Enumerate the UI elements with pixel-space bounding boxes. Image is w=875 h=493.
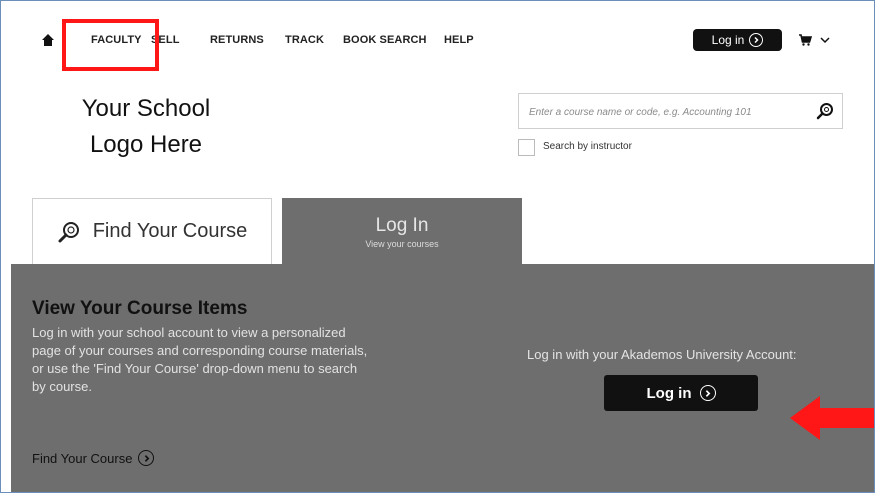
nav-item-returns[interactable]: RETURNS <box>210 34 264 46</box>
tab-find-label: Find Your Course <box>92 220 248 242</box>
nav-item-help[interactable]: HELP <box>444 34 474 46</box>
page-frame: FACULTY SELL RETURNS TRACK BOOK SEARCH H… <box>0 0 875 493</box>
tab-login-subtitle: View your courses <box>365 239 439 249</box>
home-icon[interactable] <box>41 33 55 47</box>
tab-log-in[interactable]: Log In View your courses <box>282 198 522 264</box>
find-your-course-link-label: Find Your Course <box>32 450 133 466</box>
find-your-course-link[interactable]: Find Your Course <box>32 450 155 466</box>
chevron-right-icon <box>138 450 155 466</box>
panel-description: Log in with your school account to view … <box>32 325 368 394</box>
search-by-instructor-checkbox[interactable] <box>518 139 535 156</box>
account-login-button[interactable]: Log in <box>604 375 758 411</box>
logo-line-2: Logo Here <box>89 131 203 158</box>
course-search-box <box>518 93 843 130</box>
tab-login-title: Log In <box>375 215 429 236</box>
chevron-right-icon <box>749 33 764 47</box>
account-login-text: Log in with your Akademos University Acc… <box>527 347 797 362</box>
nav-item-faculty[interactable]: FACULTY <box>91 34 142 46</box>
arrow-left-icon <box>790 396 874 440</box>
search-icon <box>58 221 79 242</box>
chevron-right-icon <box>699 385 716 401</box>
nav-item-sell[interactable]: SELL <box>151 34 180 46</box>
school-logo: Your School Logo Here <box>46 91 246 163</box>
top-nav: FACULTY SELL RETURNS TRACK BOOK SEARCH H… <box>1 1 874 81</box>
tab-find-your-course[interactable]: Find Your Course <box>32 198 272 264</box>
search-by-instructor-label: Search by instructor <box>543 141 632 152</box>
course-search-input[interactable] <box>527 94 801 130</box>
chevron-down-icon[interactable] <box>819 34 831 46</box>
nav-item-book-search[interactable]: BOOK SEARCH <box>343 34 427 46</box>
nav-item-track[interactable]: TRACK <box>285 34 324 46</box>
login-panel: View Your Course Items Log in with your … <box>11 264 874 492</box>
header-login-label: Log in <box>711 33 745 47</box>
panel-title: View Your Course Items <box>32 298 248 319</box>
cart-icon[interactable] <box>798 33 812 47</box>
account-login-label: Log in <box>646 384 692 402</box>
logo-line-1: Your School <box>81 95 211 122</box>
header-login-button[interactable]: Log in <box>693 29 782 51</box>
search-icon[interactable] <box>816 102 834 120</box>
